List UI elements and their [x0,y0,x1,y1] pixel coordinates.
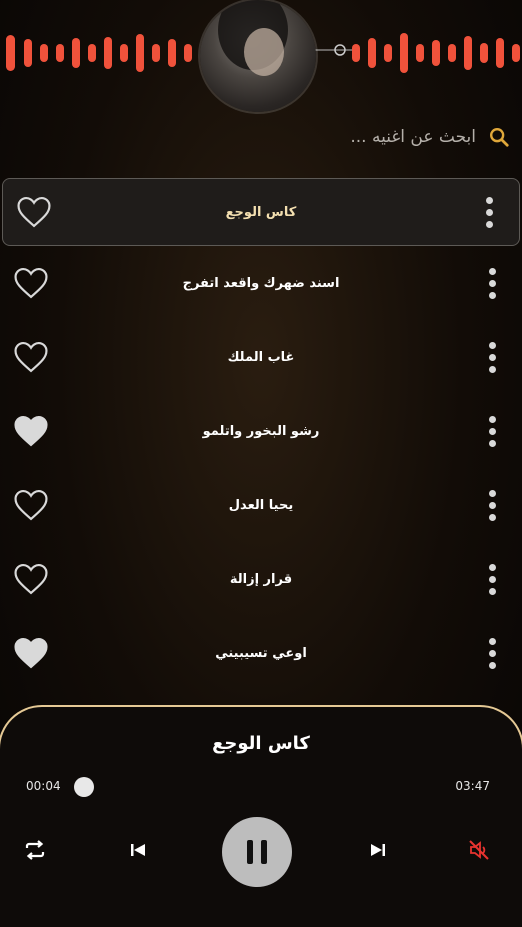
song-title: يحيا العدل [228,497,294,513]
now-playing-panel: كاس الوجع 00:04 03:47 [0,705,522,927]
song-title: كاس الوجع [225,204,297,220]
more-options-icon[interactable] [488,489,496,521]
more-options-icon[interactable] [488,637,496,669]
more-options-icon[interactable] [485,196,493,228]
now-playing-title: كاس الوجع [212,733,310,754]
next-button[interactable] [368,835,388,865]
song-row[interactable]: غاب الملك [0,320,522,394]
more-options-icon[interactable] [488,267,496,299]
more-options-icon[interactable] [488,415,496,447]
more-options-icon[interactable] [488,563,496,595]
total-time: 03:47 [455,779,490,793]
mute-button[interactable] [466,835,492,865]
song-title: غاب الملك [227,349,295,365]
search-input[interactable] [274,126,478,148]
repeat-button[interactable] [22,835,48,865]
pause-button[interactable] [222,817,292,887]
song-title: اوعي تسيبيني [215,645,307,661]
pause-icon [247,840,253,864]
song-list: كاس الوجع اسند ضهرك واقعد اتفرج غاب المل… [0,178,522,690]
more-options-icon[interactable] [488,341,496,373]
song-title: قرار إزالة [229,571,293,587]
song-row[interactable]: اسند ضهرك واقعد اتفرج [0,246,522,320]
skip-next-icon [371,844,385,856]
volume-muted-icon [469,840,489,860]
current-time: 00:04 [26,779,61,793]
previous-button[interactable] [128,835,148,865]
song-row[interactable]: يحيا العدل [0,468,522,542]
song-row[interactable]: اوعي تسيبيني [0,616,522,690]
search-bar[interactable] [274,126,510,148]
seek-slider-thumb[interactable] [74,777,94,797]
song-title: رشو البخور واتلمو [202,423,320,439]
song-title: اسند ضهرك واقعد اتفرج [182,275,340,291]
search-icon[interactable] [488,126,510,148]
song-row[interactable]: كاس الوجع [2,178,520,246]
repeat-icon [25,840,45,860]
song-row[interactable]: رشو البخور واتلمو [0,394,522,468]
singer-avatar [200,0,316,112]
song-row[interactable]: قرار إزالة [0,542,522,616]
skip-previous-icon [131,844,145,856]
